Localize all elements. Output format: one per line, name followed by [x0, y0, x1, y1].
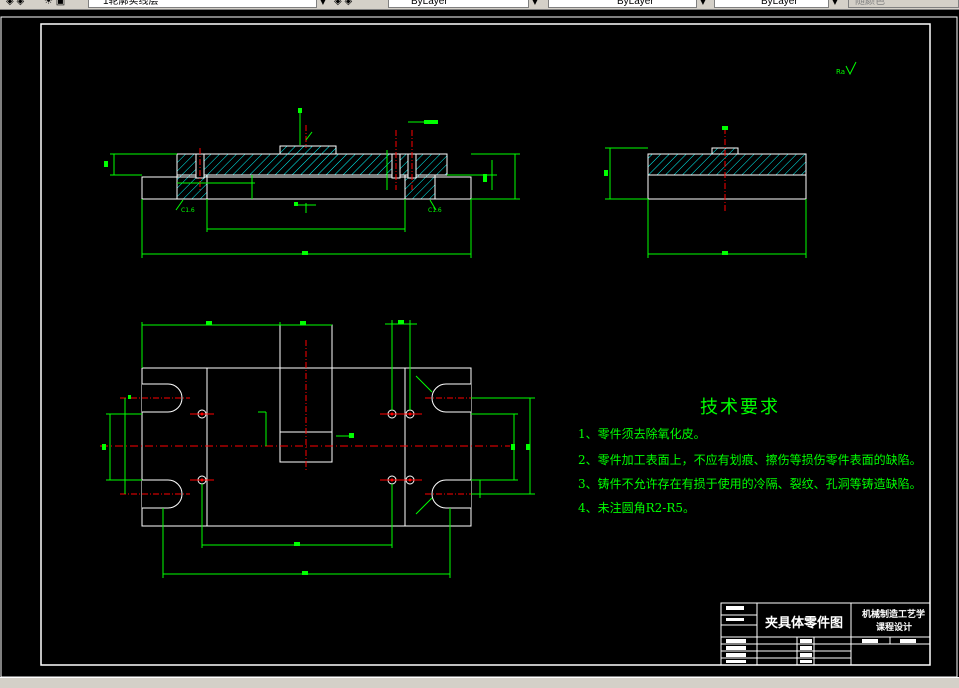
- svg-text:C1.6: C1.6: [181, 207, 195, 214]
- linetype-dropdown-value: ByLayer: [617, 0, 654, 7]
- color-dropdown-value: ByLayer: [411, 0, 448, 7]
- front-view: C1.6 C1.6: [104, 108, 520, 258]
- svg-text:C1.6: C1.6: [428, 207, 442, 214]
- sheet-border: [0, 16, 958, 677]
- plotstyle-dropdown-value: 随颜色: [855, 0, 885, 7]
- course-title-line1: 机械制造工艺学: [862, 610, 926, 620]
- svg-text:Ra: Ra: [836, 68, 845, 76]
- tech-requirement-1: 1、零件须去除氧化皮。: [578, 427, 706, 441]
- side-view: [604, 126, 807, 258]
- chevron-down-icon[interactable]: ▼: [696, 0, 709, 8]
- status-bar: [0, 677, 959, 688]
- tech-requirements-title: 技术要求: [700, 397, 780, 418]
- chevron-down-icon[interactable]: ▼: [316, 0, 329, 8]
- lineweight-dropdown-value: ByLayer: [761, 0, 798, 7]
- layer-dropdown-value: 1轮廓实线层: [103, 0, 159, 7]
- linetype-dropdown[interactable]: ByLayer: [548, 0, 708, 8]
- chevron-down-icon[interactable]: ▼: [528, 0, 541, 8]
- layer-state-icon[interactable]: ◈ ◈: [6, 0, 24, 8]
- lineweight-dropdown[interactable]: ByLayer: [714, 0, 840, 8]
- roughness-symbol: Ra: [836, 61, 857, 76]
- drawing-canvas[interactable]: Ra C1.6 C1.6 技术要求 1、零件须去除氧化皮。 2、零件加工表面上，…: [0, 10, 959, 677]
- plotstyle-dropdown[interactable]: 随颜色: [848, 0, 959, 8]
- layer-tools-icon[interactable]: ◈ ◈: [334, 0, 352, 8]
- part-name: 夹具体零件图: [765, 616, 844, 631]
- layer-visibility-icon[interactable]: ☀ ▣: [44, 0, 65, 8]
- course-title-line2: 课程设计: [876, 623, 913, 633]
- top-view: [100, 320, 535, 578]
- color-dropdown[interactable]: ByLayer: [388, 0, 540, 8]
- tech-requirement-3: 3、铸件不允许存在有损于使用的冷隔、裂纹、孔洞等铸造缺陷。: [578, 477, 922, 491]
- properties-toolbar: ◈ ◈ ☀ ▣ 1轮廓实线层 ▼ ◈ ◈ ByLayer ▼ ByLayer ▼…: [0, 0, 959, 10]
- chevron-down-icon[interactable]: ▼: [828, 0, 841, 8]
- drawing-frame: [40, 23, 931, 666]
- layer-dropdown[interactable]: 1轮廓实线层: [88, 0, 328, 8]
- tech-requirement-2: 2、零件加工表面上，不应有划痕、擦伤等损伤零件表面的缺陷。: [578, 453, 922, 467]
- tech-requirement-4: 4、未注圆角R2-R5。: [578, 501, 696, 515]
- cad-drawing: Ra C1.6 C1.6: [0, 16, 958, 677]
